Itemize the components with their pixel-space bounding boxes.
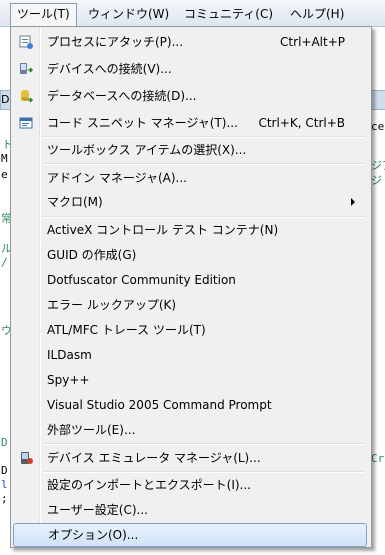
menu-item-label: オプション(O)... <box>48 528 139 542</box>
attach-process-icon <box>19 35 33 49</box>
menu-window[interactable]: ウィンドウ(W) <box>82 4 175 24</box>
menu-item-label: GUID の作成(G) <box>47 248 137 262</box>
bg-code-right-4: Cre <box>371 452 385 465</box>
menu-bar: ツール(T) ウィンドウ(W) コミュニティ(C) ヘルプ(H) <box>0 0 385 27</box>
menu-item-shortcut: Ctrl+Alt+P <box>280 35 345 49</box>
menu-item-customize[interactable]: ユーザー設定(C)... <box>13 499 367 521</box>
menu-item-connect-database[interactable]: データベースへの接続(D)... <box>13 85 367 107</box>
menu-separator <box>43 216 365 218</box>
bg-code-left-6: / <box>1 256 8 269</box>
menu-item-vs-command-prompt[interactable]: Visual Studio 2005 Command Prompt <box>13 394 367 416</box>
bg-code-left-9: D <box>1 464 8 477</box>
menu-item-label: ActiveX コントロール テスト コンテナ(N) <box>47 223 279 237</box>
editor-tab-right[interactable] <box>371 90 385 110</box>
bg-code-right-2: ジア <box>371 159 385 172</box>
menu-item-label: コード スニペット マネージャ(T)... <box>47 116 238 130</box>
menu-item-label: マクロ(M) <box>47 195 103 209</box>
menu-separator <box>43 471 365 473</box>
menu-item-label: ユーザー設定(C)... <box>47 503 148 517</box>
bg-code-left-2: M <box>1 152 8 165</box>
menu-item-label: ツールボックス アイテムの選択(X)... <box>47 143 247 157</box>
menu-separator <box>43 136 365 138</box>
bg-code-left-3: e <box>1 168 8 181</box>
menu-item-label: Visual Studio 2005 Command Prompt <box>47 398 272 412</box>
menu-item-label: デバイスへの接続(V)... <box>47 62 172 76</box>
emulator-manager-icon <box>21 452 33 464</box>
menu-item-label: デバイス エミュレータ マネージャ(L)... <box>47 451 261 465</box>
menu-item-activex-test-container[interactable]: ActiveX コントロール テスト コンテナ(N) <box>13 219 367 241</box>
bg-code-left-8: D <box>1 436 8 449</box>
menu-item-label: アドイン マネージャ(A)... <box>47 171 187 185</box>
menu-item-macros[interactable]: マクロ(M) <box>13 191 367 213</box>
menu-item-label: プロセスにアタッチ(P)... <box>47 35 184 49</box>
menu-item-code-snippet-manager[interactable]: コード スニペット マネージャ(T)... Ctrl+K, Ctrl+B <box>13 112 367 134</box>
menu-item-spy-plus-plus[interactable]: Spy++ <box>13 369 367 391</box>
menu-item-connect-device[interactable]: デバイスへの接続(V)... <box>13 58 367 80</box>
menu-tools[interactable]: ツール(T) <box>10 3 77 26</box>
menu-separator <box>43 443 365 445</box>
menu-item-label: エラー ルックアップ(K) <box>47 298 177 312</box>
menu-item-choose-toolbox-items[interactable]: ツールボックス アイテムの選択(X)... <box>13 139 367 161</box>
menu-item-addin-manager[interactable]: アドイン マネージャ(A)... <box>13 167 367 189</box>
menu-item-attach-process[interactable]: プロセスにアタッチ(P)... Ctrl+Alt+P <box>13 31 367 53</box>
bg-code-right-1: ce <box>371 120 385 133</box>
menu-item-label: 外部ツール(E)... <box>47 423 136 437</box>
menu-item-label: 設定のインポートとエクスポート(I)... <box>47 478 251 492</box>
bg-code-right-3: ジ <box>371 174 382 187</box>
menu-item-device-emulator-manager[interactable]: デバイス エミュレータ マネージャ(L)... <box>13 447 367 469</box>
submenu-arrow-icon <box>351 198 355 206</box>
menu-item-dotfuscator[interactable]: Dotfuscator Community Edition <box>13 269 367 291</box>
menu-item-import-export-settings[interactable]: 設定のインポートとエクスポート(I)... <box>13 474 367 496</box>
menu-item-error-lookup[interactable]: エラー ルックアップ(K) <box>13 294 367 316</box>
tools-dropdown-menu: プロセスにアタッチ(P)... Ctrl+Alt+P デバイスへの接続(V)..… <box>10 26 372 548</box>
menu-item-external-tools[interactable]: 外部ツール(E)... <box>13 419 367 441</box>
menu-help[interactable]: ヘルプ(H) <box>284 4 350 24</box>
device-connect-icon <box>20 63 34 74</box>
menu-item-label: Dotfuscator Community Edition <box>47 273 236 287</box>
snippet-manager-icon <box>19 117 33 129</box>
menu-item-label: ATL/MFC トレース ツール(T) <box>47 323 206 337</box>
menu-item-atl-mfc-trace-tool[interactable]: ATL/MFC トレース ツール(T) <box>13 319 367 341</box>
menu-item-label: ILDasm <box>47 348 92 362</box>
menu-item-ildasm[interactable]: ILDasm <box>13 344 367 366</box>
menu-separator <box>43 163 365 165</box>
menu-item-label: Spy++ <box>47 373 90 387</box>
bg-code-left-11: ; <box>1 492 8 505</box>
database-connect-icon <box>21 90 34 103</box>
menu-item-label: データベースへの接続(D)... <box>47 89 197 103</box>
menu-community[interactable]: コミュニティ(C) <box>178 4 279 24</box>
menu-item-create-guid[interactable]: GUID の作成(G) <box>13 244 367 266</box>
menu-item-shortcut: Ctrl+K, Ctrl+B <box>258 116 345 130</box>
menu-item-options[interactable]: オプション(O)... <box>13 523 367 547</box>
